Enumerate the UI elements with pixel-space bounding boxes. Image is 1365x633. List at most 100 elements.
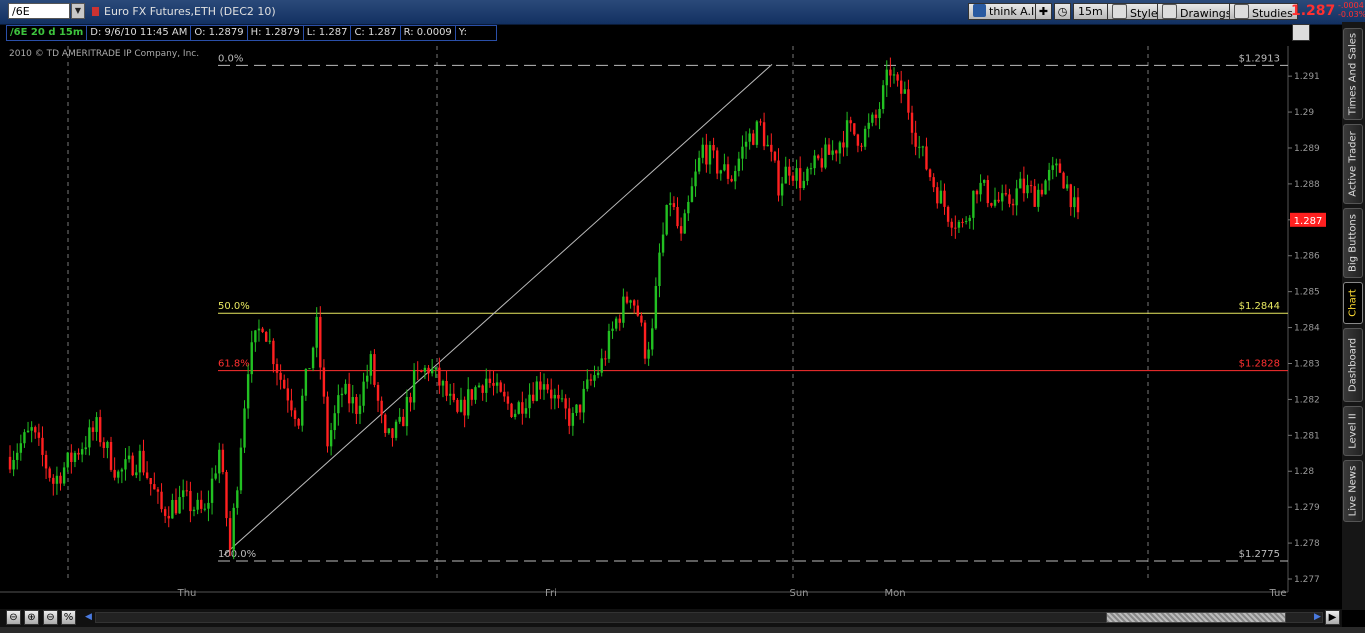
symbol-input[interactable]: /6E: [8, 3, 70, 19]
candle-body: [160, 491, 163, 510]
tab-big-buttons[interactable]: Big Buttons: [1343, 208, 1363, 278]
candle-body: [156, 489, 160, 492]
percent-button[interactable]: %: [61, 610, 76, 625]
candle-body: [513, 413, 517, 417]
drawings-button[interactable]: Drawings: [1157, 3, 1237, 20]
candle-body: [48, 468, 51, 478]
candle-body: [171, 499, 174, 519]
fib-price: $1.2913: [1239, 53, 1280, 64]
timeframe-button[interactable]: 15m: [1073, 3, 1108, 20]
candle-body: [402, 416, 405, 427]
candle-body: [697, 157, 701, 172]
fib-label: 61.8%: [218, 359, 250, 370]
candle-body: [622, 296, 625, 323]
scrollbar-thumb[interactable]: [1106, 612, 1286, 623]
y-tick-label: 1.29: [1294, 108, 1314, 118]
zoom-in-button[interactable]: ⊕: [24, 610, 39, 625]
price-chart[interactable]: 1.277 1.278 1.279 1.28 1.281 1.282 1.283 1.284 1…: [0, 24, 1342, 610]
candle-body: [384, 414, 387, 434]
x-tick-label: Thu: [177, 588, 197, 599]
y-tick-label: 1.282: [1294, 395, 1320, 405]
candle-body: [1062, 172, 1065, 189]
candle-body: [719, 170, 722, 174]
candle-body: [135, 472, 138, 476]
expand-right-button[interactable]: ▶: [1325, 610, 1340, 625]
zoom-fit-button[interactable]: ⊖: [43, 610, 58, 625]
fib-price: $1.2844: [1239, 301, 1280, 312]
candle-body: [752, 133, 755, 145]
candle-body: [542, 384, 546, 390]
status-strip: [0, 627, 1365, 633]
candle-body: [889, 69, 892, 76]
candle-body: [131, 455, 134, 476]
candle-body: [279, 372, 282, 380]
candle-body: [531, 394, 535, 401]
tab-chart[interactable]: Chart: [1343, 282, 1363, 324]
candle-body: [1011, 203, 1015, 206]
tab-level-ii[interactable]: Level II: [1343, 406, 1363, 456]
think-ai-button[interactable]: think A.I.: [968, 3, 1043, 20]
studies-button[interactable]: Studies: [1229, 3, 1298, 20]
y-tick-label: 1.283: [1294, 359, 1320, 369]
candle-body: [91, 427, 95, 432]
crosshair-button[interactable]: ✚: [1035, 3, 1052, 20]
candle-body: [445, 380, 448, 396]
candle-body: [633, 300, 636, 306]
candle-body: [1047, 169, 1051, 181]
style-button[interactable]: Style: [1107, 3, 1163, 20]
candle-body: [243, 408, 246, 448]
candle-body: [968, 217, 971, 222]
candle-body: [322, 367, 326, 397]
symbol-dropdown-icon[interactable]: ▼: [71, 3, 85, 19]
candle-body: [394, 421, 398, 438]
candle-body: [290, 400, 293, 411]
candle-body: [142, 450, 145, 473]
candle-body: [138, 450, 142, 473]
tab-dashboard[interactable]: Dashboard: [1343, 328, 1363, 402]
candle-body: [795, 168, 798, 181]
candle-body: [481, 385, 484, 393]
tab-active-trader[interactable]: Active Trader: [1343, 124, 1363, 204]
candle-body: [344, 383, 347, 394]
candle-body: [409, 396, 412, 403]
tab-live-news[interactable]: Live News: [1343, 460, 1363, 522]
candle-body: [741, 146, 744, 159]
chart-title-label: Euro FX Futures,ETH (DEC2 10): [92, 5, 276, 18]
y-tick-label: 1.28: [1294, 467, 1314, 477]
candle-body: [614, 318, 618, 329]
candle-body: [301, 395, 304, 426]
candle-body: [167, 515, 170, 519]
candle-body: [189, 490, 192, 512]
candle-body: [26, 430, 30, 433]
scroll-left-icon[interactable]: ◀: [85, 612, 92, 622]
timeframe-icon-button[interactable]: ◷: [1054, 3, 1071, 20]
candle-body: [737, 158, 741, 172]
candle-body: [88, 427, 91, 448]
candle-body: [961, 221, 964, 223]
y-tick-label: 1.286: [1294, 252, 1320, 262]
candle-body: [412, 370, 416, 403]
candle-body: [672, 203, 676, 208]
candle-body: [467, 389, 470, 416]
candle-body: [647, 349, 650, 359]
candle-body: [658, 252, 661, 287]
candle-body: [1065, 184, 1069, 189]
candle-body: [488, 378, 492, 383]
candle-body: [589, 379, 593, 381]
candle-body: [124, 459, 127, 470]
tab-times-and-sales[interactable]: Times And Sales: [1343, 28, 1363, 120]
scroll-right-icon[interactable]: ▶: [1314, 612, 1321, 622]
candle-body: [712, 144, 715, 151]
candle-body: [871, 114, 874, 123]
candle-body: [246, 374, 250, 409]
last-price: 1.287: [1291, 3, 1336, 19]
drawings-icon: [1162, 4, 1177, 19]
candle-body: [120, 469, 124, 472]
candle-body: [59, 475, 62, 484]
candle-body: [701, 144, 704, 158]
candle-body: [366, 375, 369, 382]
candle-body: [835, 150, 838, 154]
zoom-out-button[interactable]: ⊖: [6, 610, 21, 625]
candle-body: [1008, 194, 1011, 204]
candle-body: [333, 413, 336, 431]
